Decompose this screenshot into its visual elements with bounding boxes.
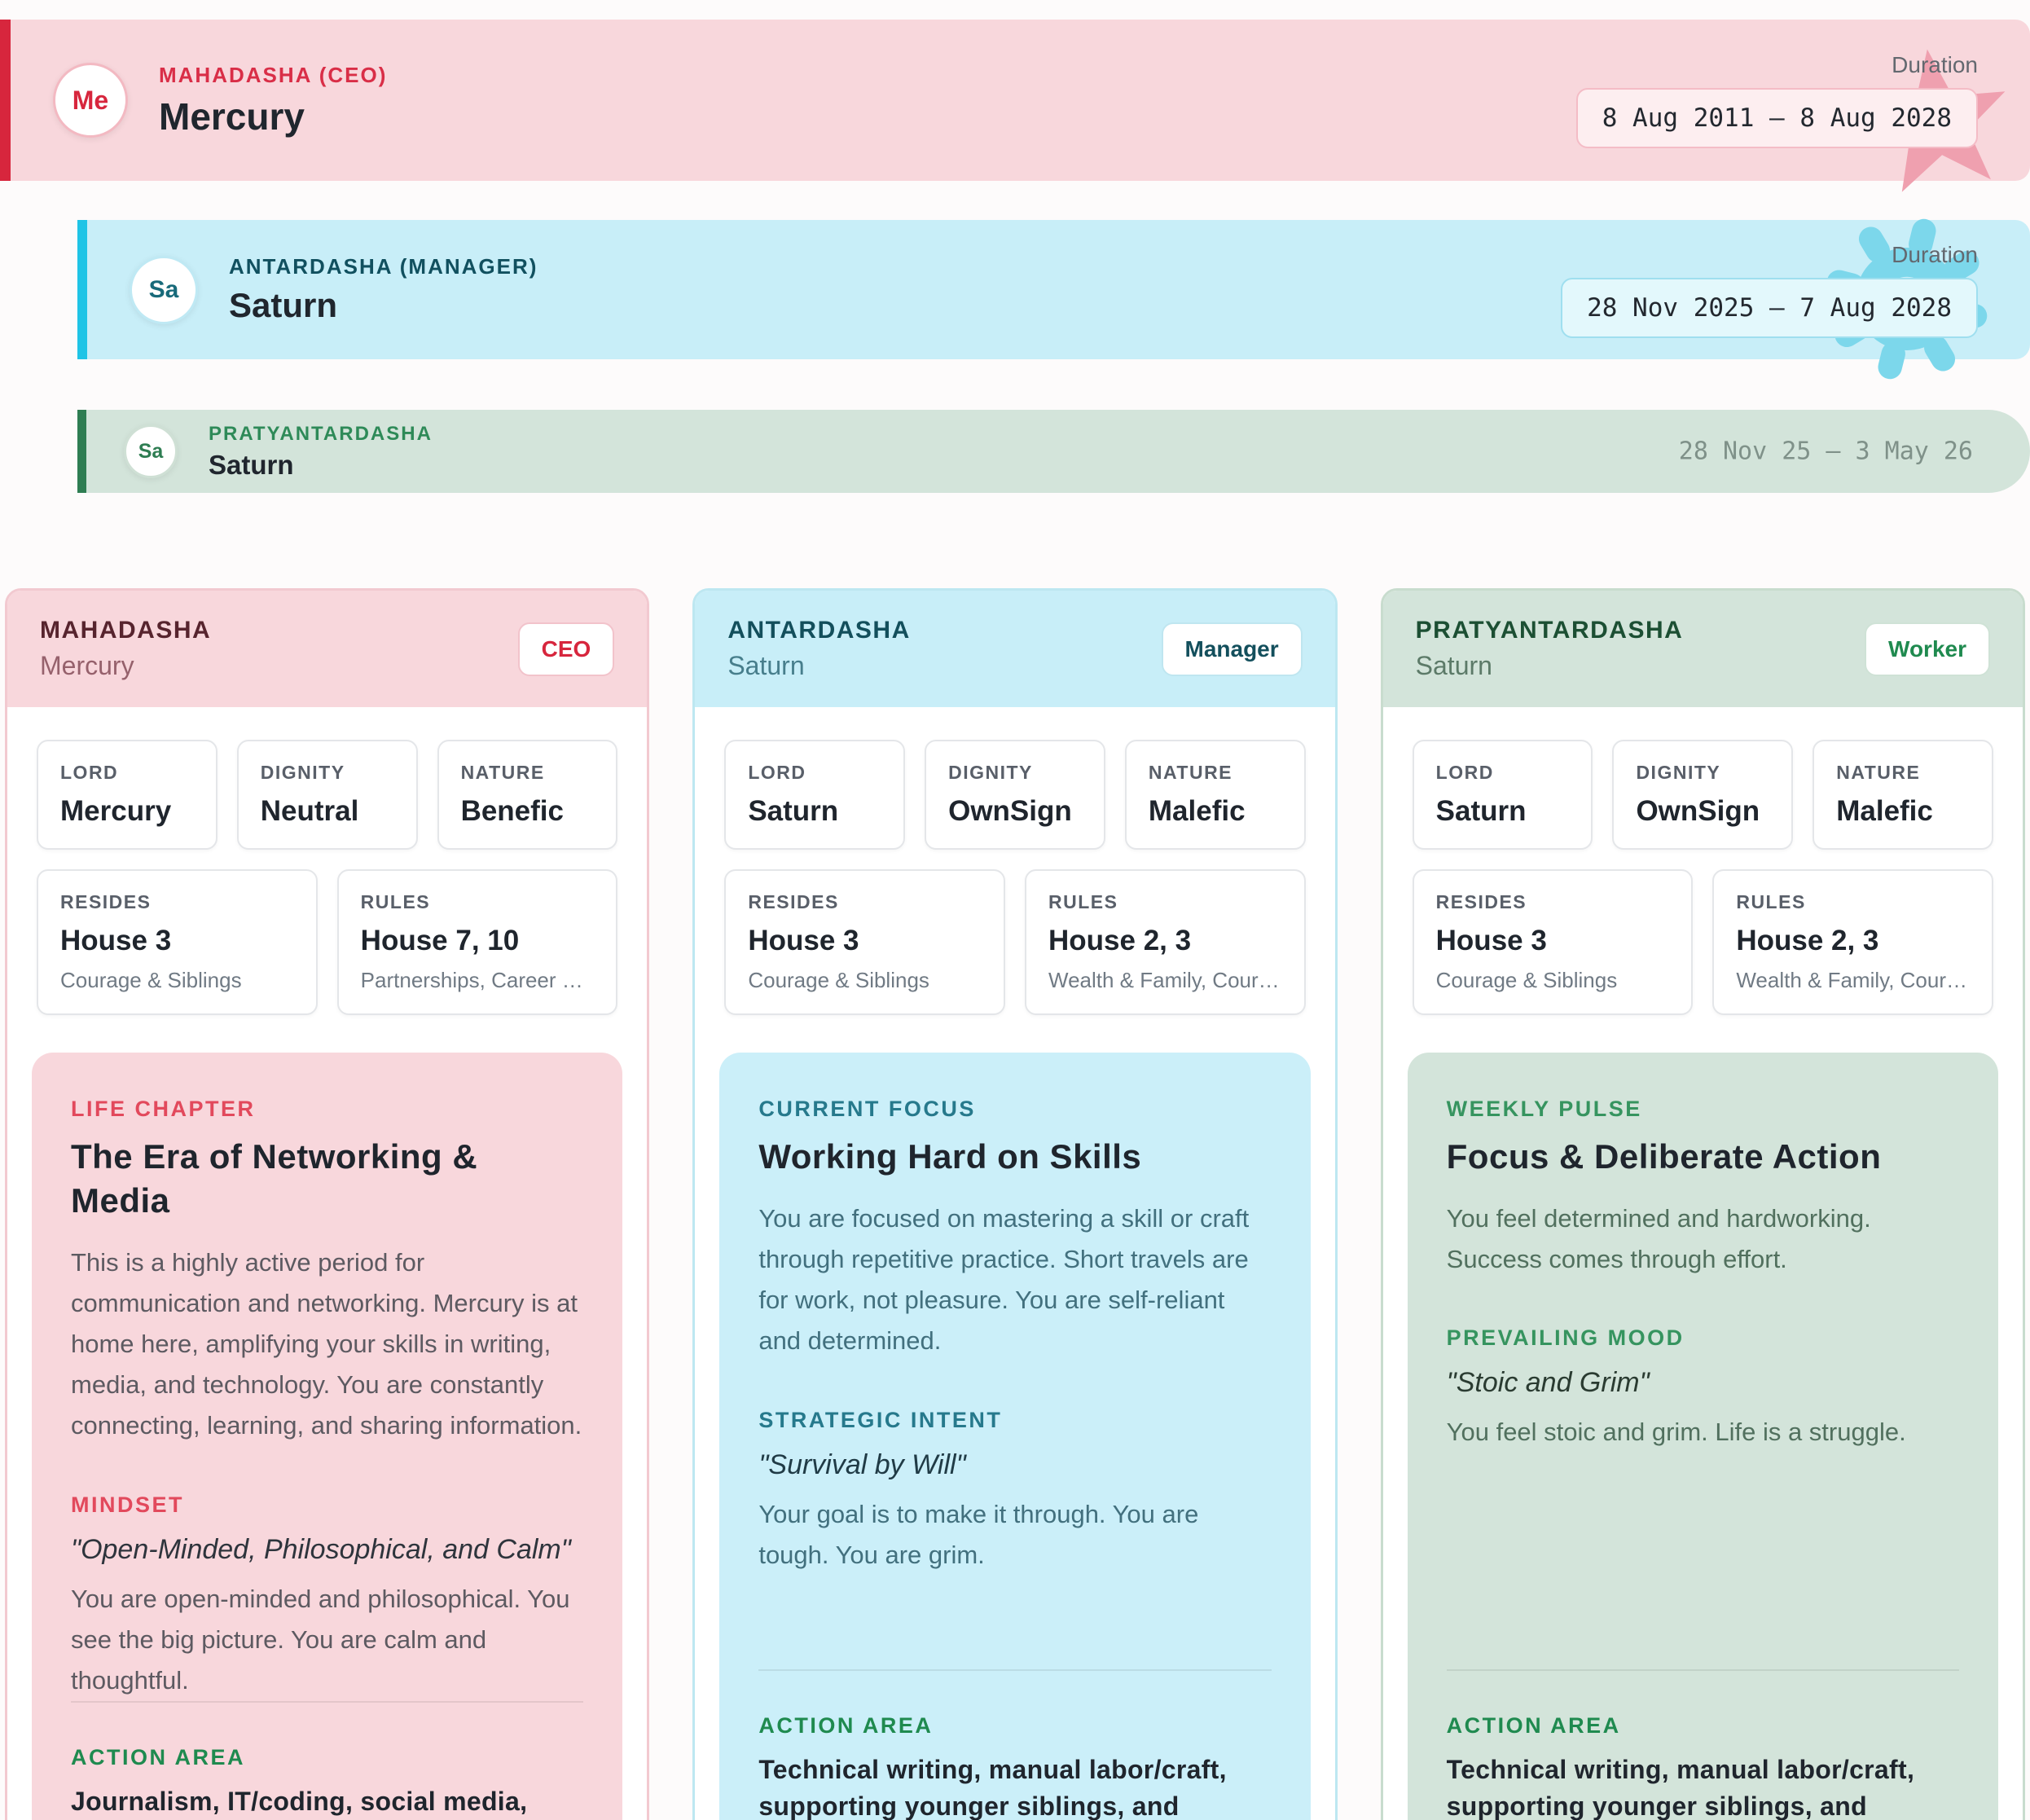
attribute-row: LORD Mercury DIGNITY Neutral NATURE Bene… (7, 707, 647, 850)
card-header: PRATYANTARDASHA Saturn Worker (1383, 591, 2023, 707)
resides-chip: RESIDES House 3 Courage & Siblings (37, 869, 318, 1015)
attribute-row: LORD Saturn DIGNITY OwnSign NATURE Malef… (1383, 707, 2023, 850)
attribute-row: LORD Saturn DIGNITY OwnSign NATURE Malef… (695, 707, 1334, 850)
avatar-saturn: Sa (124, 424, 178, 478)
antardasha-banner-row[interactable]: Sa ANTARDASHA (MANAGER) Saturn (77, 220, 2030, 359)
duration-label: Duration (1892, 242, 1978, 268)
pratyantardasha-card: PRATYANTARDASHA Saturn Worker LORD Satur… (1381, 588, 2025, 1820)
antardasha-banner-planet: Saturn (229, 286, 538, 325)
action-area-label: ACTION AREA (1447, 1713, 1959, 1739)
pratyantardasha-banner-planet: Saturn (209, 450, 433, 481)
avatar-initials: Sa (149, 276, 179, 304)
section-body: You are focused on mastering a skill or … (758, 1198, 1271, 1362)
card-planet: Saturn (1416, 651, 1684, 681)
section-label: CURRENT FOCUS (758, 1097, 1271, 1122)
mahadasha-banner-planet: Mercury (159, 95, 387, 138)
avatar-initials: Sa (138, 440, 164, 464)
section-body: You feel determined and hardworking. Suc… (1447, 1198, 1959, 1280)
lord-chip: LORD Saturn (1413, 740, 1593, 850)
section-label: PREVAILING MOOD (1447, 1325, 1959, 1351)
card-level-label: PRATYANTARDASHA (1416, 617, 1684, 644)
action-area-title: Technical writing, manual labor/craft, s… (1447, 1752, 1959, 1820)
duration-block: Duration 8 Aug 2011 — 8 Aug 2028 (1576, 20, 1978, 181)
antardasha-card: ANTARDASHA Saturn Manager LORD Saturn DI… (692, 588, 1337, 1820)
worker-badge: Worker (1865, 622, 1990, 676)
banner-text: PRATYANTARDASHA Saturn (209, 423, 433, 481)
action-area-title: Journalism, IT/coding, social media, hob… (71, 1783, 583, 1820)
section-title: Working Hard on Skills (758, 1135, 1271, 1179)
section-body: You feel stoic and grim. Life is a strug… (1447, 1412, 1959, 1453)
house-row: RESIDES House 3 Courage & Siblings RULES… (695, 850, 1334, 1015)
antardasha-banner-label: ANTARDASHA (MANAGER) (229, 254, 538, 279)
section-label: LIFE CHAPTER (71, 1097, 583, 1122)
pratyantardasha-duration-value: 28 Nov 25 — 3 May 26 (1679, 437, 1973, 466)
section-label: STRATEGIC INTENT (758, 1408, 1271, 1433)
nature-chip: NATURE Malefic (1812, 740, 1993, 850)
avatar-mercury: Me (53, 63, 128, 138)
card-level-label: MAHADASHA (40, 617, 211, 644)
action-area-label: ACTION AREA (71, 1745, 583, 1770)
card-header: MAHADASHA Mercury CEO (7, 591, 647, 707)
rules-chip: RULES House 7, 10 Partnerships, Career &… (337, 869, 618, 1015)
avatar-initials: Me (72, 86, 108, 116)
lord-chip: LORD Saturn (724, 740, 905, 850)
card-header: ANTARDASHA Saturn Manager (695, 591, 1334, 707)
nature-chip: NATURE Benefic (437, 740, 618, 850)
duration-label: Duration (1892, 52, 1978, 78)
mahadasha-banner-label: MAHADASHA (CEO) (159, 63, 387, 88)
section-body: Your goal is to make it through. You are… (758, 1494, 1271, 1576)
rules-chip: RULES House 2, 3 Wealth & Family, Courag… (1025, 869, 1306, 1015)
mahadasha-duration-value: 8 Aug 2011 — 8 Aug 2028 (1576, 88, 1978, 148)
section-title: The Era of Networking & Media (71, 1135, 583, 1223)
section-quote: "Survival by Will" (758, 1449, 1271, 1481)
avatar-saturn: Sa (130, 256, 198, 324)
card-planet: Mercury (40, 651, 211, 681)
section-label: WEEKLY PULSE (1447, 1097, 1959, 1122)
banner-text: ANTARDASHA (MANAGER) Saturn (229, 254, 538, 325)
weekly-pulse-panel: WEEKLY PULSE Focus & Deliberate Action Y… (1408, 1053, 1998, 1820)
pratyantardasha-banner-row[interactable]: Sa PRATYANTARDASHA Saturn 28 Nov 25 — 3 … (77, 410, 2030, 493)
section-quote: "Stoic and Grim" (1447, 1367, 1959, 1399)
dasha-dashboard: Me MAHADASHA (CEO) Mercury Duration 8 Au… (0, 20, 2030, 1820)
card-level-label: ANTARDASHA (727, 617, 910, 644)
divider (71, 1701, 583, 1703)
card-planet: Saturn (727, 651, 910, 681)
section-body: You are open-minded and philosophical. Y… (71, 1579, 583, 1702)
divider (1447, 1669, 1959, 1671)
dasha-cards: MAHADASHA Mercury CEO LORD Mercury DIGNI… (0, 588, 2030, 1820)
action-area-title: Technical writing, manual labor/craft, s… (758, 1752, 1271, 1820)
mahadasha-banner-row[interactable]: Me MAHADASHA (CEO) Mercury Duration 8 Au… (0, 20, 2030, 181)
pratyantardasha-banner-label: PRATYANTARDASHA (209, 423, 433, 446)
life-chapter-panel: LIFE CHAPTER The Era of Networking & Med… (32, 1053, 622, 1820)
house-row: RESIDES House 3 Courage & Siblings RULES… (7, 850, 647, 1015)
mahadasha-card: MAHADASHA Mercury CEO LORD Mercury DIGNI… (5, 588, 649, 1820)
manager-badge: Manager (1162, 622, 1303, 676)
section-label: MINDSET (71, 1492, 583, 1518)
dignity-chip: DIGNITY OwnSign (1612, 740, 1793, 850)
nature-chip: NATURE Malefic (1125, 740, 1306, 850)
current-focus-panel: CURRENT FOCUS Working Hard on Skills You… (719, 1053, 1310, 1820)
banner-text: MAHADASHA (CEO) Mercury (159, 63, 387, 138)
resides-chip: RESIDES House 3 Courage & Siblings (1413, 869, 1694, 1015)
house-row: RESIDES House 3 Courage & Siblings RULES… (1383, 850, 2023, 1015)
section-quote: "Open-Minded, Philosophical, and Calm" (71, 1534, 583, 1566)
section-title: Focus & Deliberate Action (1447, 1135, 1959, 1179)
lord-chip: LORD Mercury (37, 740, 218, 850)
resides-chip: RESIDES House 3 Courage & Siblings (724, 869, 1005, 1015)
antardasha-duration-value: 28 Nov 2025 — 7 Aug 2028 (1561, 278, 1978, 338)
action-area-label: ACTION AREA (758, 1713, 1271, 1739)
rules-chip: RULES House 2, 3 Wealth & Family, Courag… (1712, 869, 1993, 1015)
duration-block: Duration 28 Nov 2025 — 7 Aug 2028 (1561, 220, 1978, 359)
dignity-chip: DIGNITY Neutral (237, 740, 418, 850)
divider (758, 1669, 1271, 1671)
ceo-badge: CEO (518, 622, 615, 676)
section-body: This is a highly active period for commu… (71, 1242, 583, 1447)
dignity-chip: DIGNITY OwnSign (925, 740, 1105, 850)
